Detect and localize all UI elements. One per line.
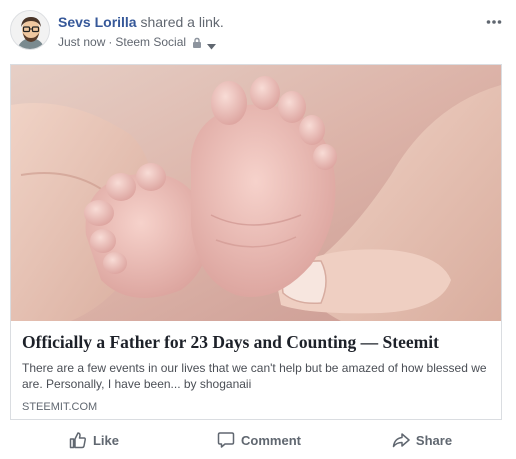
link-preview-body: Officially a Father for 23 Days and Coun… xyxy=(22,331,492,413)
like-label: Like xyxy=(92,432,119,448)
avatar[interactable] xyxy=(10,10,50,50)
meta-separator: · xyxy=(108,35,113,49)
share-icon xyxy=(392,433,410,448)
share-label: Share xyxy=(415,432,453,448)
baby-feet-illustration xyxy=(11,65,501,321)
link-preview-image[interactable] xyxy=(11,65,501,321)
group-name[interactable]: Steem Social xyxy=(115,35,186,49)
action-text: shared a link. xyxy=(140,14,224,30)
thumbs-up-icon xyxy=(69,432,86,449)
author-name[interactable]: Sevs Lorilla xyxy=(58,14,137,30)
post-card: Sevs Lorilla shared a link. Just now · S… xyxy=(0,0,516,459)
post-header: Sevs Lorilla shared a link. Just now · S… xyxy=(10,10,506,56)
more-options-icon[interactable] xyxy=(486,14,502,24)
post-actions-bar: Like Comment Share xyxy=(10,424,502,456)
lock-icon xyxy=(192,37,202,48)
like-button[interactable]: Like xyxy=(64,424,124,456)
link-domain: STEEMIT.COM xyxy=(22,401,98,413)
comment-label: Comment xyxy=(241,432,301,448)
share-button[interactable]: Share xyxy=(388,424,456,456)
link-title[interactable]: Officially a Father for 23 Days and Coun… xyxy=(22,331,492,353)
link-description: There are a few events in our lives that… xyxy=(22,361,487,391)
post-title-line: Sevs Lorilla shared a link. xyxy=(58,14,224,30)
link-preview-card[interactable]: Officially a Father for 23 Days and Coun… xyxy=(10,64,502,420)
comment-button[interactable]: Comment xyxy=(213,424,305,456)
comment-icon xyxy=(217,432,235,448)
timestamp[interactable]: Just now xyxy=(58,35,105,49)
privacy-dropdown-icon[interactable] xyxy=(207,39,217,50)
avatar-illustration xyxy=(11,11,49,49)
post-meta: Just now · Steem Social xyxy=(58,35,217,50)
